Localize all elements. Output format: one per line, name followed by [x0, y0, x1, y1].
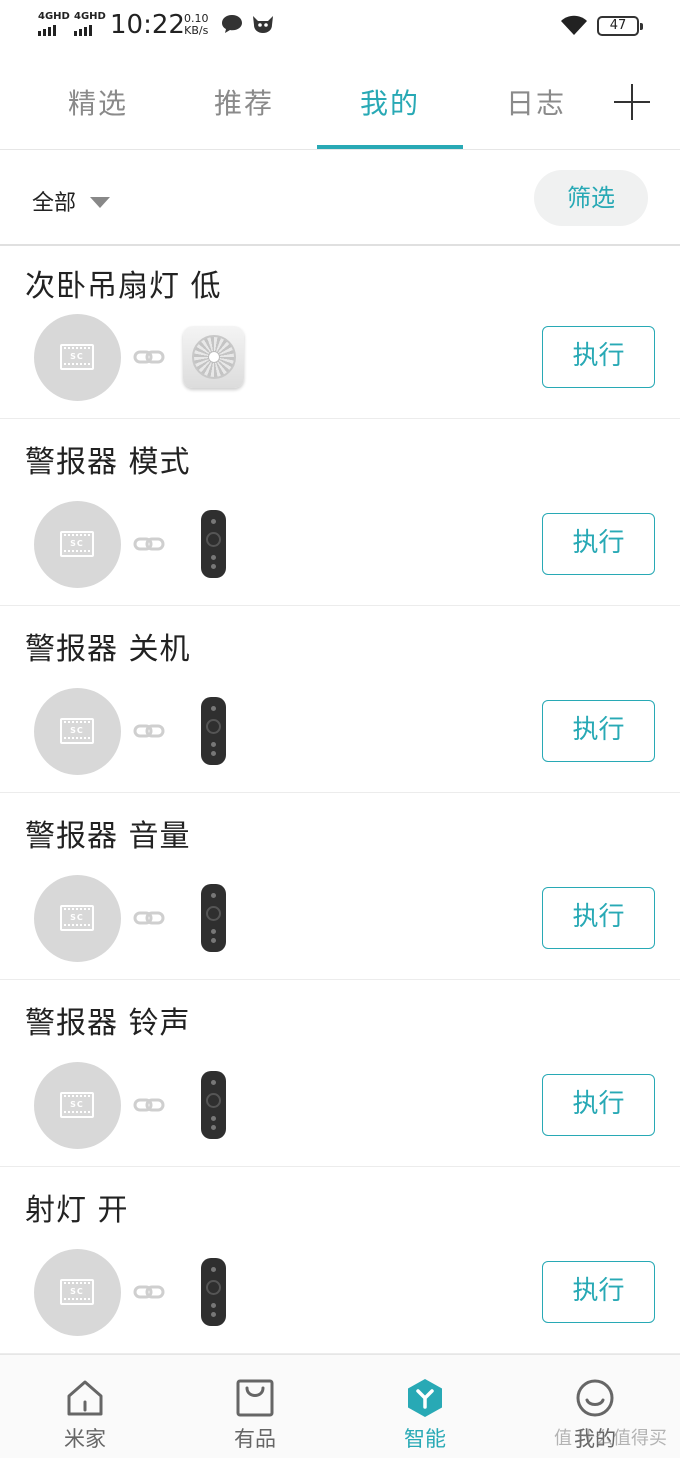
scene-title: 警报器 音量 [25, 819, 191, 854]
scene-title: 警报器 关机 [25, 632, 191, 667]
scene-icon: SC [34, 501, 121, 588]
execute-button[interactable]: 执行 [542, 700, 655, 762]
execute-button[interactable]: 执行 [542, 1074, 655, 1136]
remote-icon [201, 884, 226, 952]
caret-down-icon [90, 196, 111, 208]
scene-icon: SC [34, 314, 121, 401]
profile-icon [576, 1379, 614, 1417]
network-speed: 0.10 KB/s [184, 13, 209, 37]
status-bar: 4GHD 4GHD 10:22 0.10 KB/s 47 [0, 0, 680, 52]
link-icon [133, 911, 165, 925]
remote-icon [201, 510, 226, 578]
top-tabs: 精选 推荐 我的 日志 [0, 52, 680, 150]
execute-button[interactable]: 执行 [542, 513, 655, 575]
scene-icon-text: SC [70, 539, 84, 548]
all-dropdown-label: 全部 [32, 191, 77, 216]
scene-icon-text: SC [70, 1287, 84, 1296]
execute-button[interactable]: 执行 [542, 326, 655, 388]
scene-icon: SC [34, 688, 121, 775]
signal-sim2-icon: 4GHD [74, 12, 106, 36]
nav-shop[interactable]: 有品 [170, 1355, 340, 1458]
scene-card: 射灯 开 SC 执行 [0, 1167, 680, 1354]
add-scene-button[interactable] [614, 84, 650, 120]
nav-home[interactable]: 米家 [0, 1355, 170, 1458]
scene-title: 警报器 模式 [25, 445, 191, 480]
tab-mine[interactable]: 我的 [317, 82, 463, 122]
scene-card: 警报器 铃声 SC 执行 [0, 980, 680, 1167]
link-icon [133, 1098, 165, 1112]
status-time: 10:22 [110, 10, 185, 40]
remote-icon [201, 1258, 226, 1326]
scene-icon-text: SC [70, 1100, 84, 1109]
bag-icon [236, 1379, 274, 1417]
execute-button[interactable]: 执行 [542, 887, 655, 949]
signal-sim1-icon: 4GHD [38, 12, 70, 36]
scene-icon-text: SC [70, 913, 84, 922]
active-tab-indicator [317, 145, 463, 149]
scene-title: 次卧吊扇灯 低 [25, 269, 222, 304]
smart-icon [408, 1379, 442, 1417]
link-icon [133, 537, 165, 551]
tab-featured[interactable]: 精选 [25, 82, 171, 122]
scene-card: 警报器 关机 SC 执行 [0, 606, 680, 793]
app-mascot-icon [253, 16, 273, 33]
link-icon [133, 1285, 165, 1299]
remote-icon [201, 697, 226, 765]
scene-title: 射灯 开 [25, 1193, 129, 1228]
execute-button[interactable]: 执行 [542, 1261, 655, 1323]
filter-row: 全部 筛选 [0, 151, 680, 246]
scene-icon: SC [34, 1249, 121, 1336]
network-speed-unit: KB/s [184, 24, 209, 37]
link-icon [133, 724, 165, 738]
fan-icon [183, 326, 244, 388]
scene-icon: SC [34, 875, 121, 962]
wifi-icon [561, 15, 587, 35]
scene-icon: SC [34, 1062, 121, 1149]
battery-indicator: 47 [597, 16, 643, 36]
tab-log[interactable]: 日志 [463, 82, 609, 122]
sim1-label: 4GHD [38, 11, 70, 22]
scene-card: 警报器 模式 SC 执行 [0, 419, 680, 606]
nav-smart-label: 智能 [404, 1427, 446, 1451]
nav-smart[interactable]: 智能 [340, 1355, 510, 1458]
all-dropdown[interactable]: 全部 [32, 185, 111, 217]
remote-icon [201, 1071, 226, 1139]
sim2-label: 4GHD [74, 11, 106, 22]
scene-card: 警报器 音量 SC 执行 [0, 793, 680, 980]
nav-home-label: 米家 [64, 1427, 106, 1451]
home-icon [67, 1380, 103, 1416]
scene-list: 次卧吊扇灯 低 SC 执行 警报器 模式 SC 执行 警报器 关机 SC 执行 … [0, 247, 680, 1354]
link-icon [133, 350, 165, 364]
nav-shop-label: 有品 [234, 1427, 276, 1451]
scene-icon-text: SC [70, 726, 84, 735]
watermark: 值 什么值得买 [554, 1428, 668, 1448]
scene-icon-text: SC [70, 352, 84, 361]
filter-button[interactable]: 筛选 [534, 170, 648, 226]
scene-card: 次卧吊扇灯 低 SC 执行 [0, 247, 680, 419]
scene-title: 警报器 铃声 [25, 1006, 191, 1041]
tab-recommended[interactable]: 推荐 [171, 82, 317, 122]
message-icon [222, 15, 242, 33]
